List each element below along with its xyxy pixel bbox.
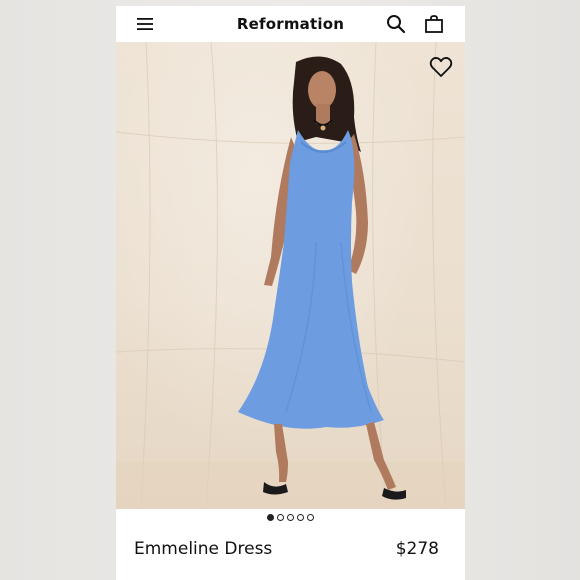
- pagination-dot[interactable]: [267, 514, 274, 521]
- heart-icon[interactable]: [429, 56, 453, 78]
- pagination-dot[interactable]: [307, 514, 314, 521]
- pagination-dot[interactable]: [297, 514, 304, 521]
- product-name: Emmeline Dress: [134, 539, 273, 559]
- product-image[interactable]: [116, 42, 465, 509]
- pagination-dot[interactable]: [287, 514, 294, 521]
- hamburger-menu-icon[interactable]: [136, 15, 154, 33]
- shopping-bag-icon[interactable]: [424, 14, 444, 34]
- brand-logo[interactable]: Reformation: [237, 15, 344, 33]
- search-icon[interactable]: [386, 14, 406, 34]
- model-photo: [116, 42, 465, 509]
- product-price: $278: [395, 539, 439, 559]
- image-pagination: [116, 514, 465, 526]
- pagination-dot[interactable]: [277, 514, 284, 521]
- top-navigation-bar: Reformation: [116, 6, 465, 42]
- product-page: Reformation Emmeline Dress $278: [116, 6, 465, 580]
